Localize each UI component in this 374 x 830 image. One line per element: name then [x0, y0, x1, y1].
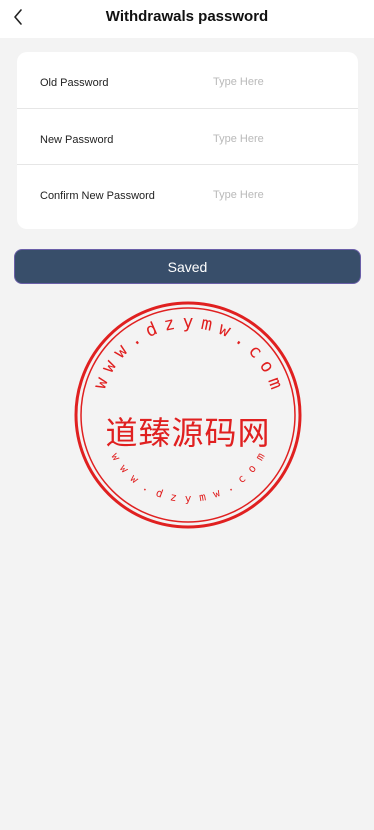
watermark-char: .: [224, 480, 236, 495]
new-password-label: New Password: [40, 134, 114, 146]
watermark-char: y: [185, 492, 192, 505]
new-password-row: New Password: [17, 108, 358, 164]
watermark-outer-text: www.d z y m w.com: [89, 312, 286, 392]
watermark-char: .: [231, 327, 252, 350]
watermark-char: w: [117, 462, 131, 476]
page-title: Withdrawals password: [105, 8, 269, 25]
watermark-char: m: [263, 375, 286, 392]
confirm-password-input[interactable]: [207, 185, 347, 205]
watermark-char: w: [215, 318, 233, 342]
watermark-char: z: [169, 490, 178, 504]
watermark-char: m: [199, 313, 214, 336]
watermark-char: d: [154, 486, 165, 500]
save-button[interactable]: Saved: [14, 249, 361, 284]
watermark-char: w: [89, 374, 112, 392]
confirm-password-row: Confirm New Password: [17, 164, 358, 220]
watermark-char: c: [235, 472, 248, 486]
watermark-char: .: [124, 327, 145, 350]
watermark-char: o: [255, 356, 279, 376]
watermark-char: .: [140, 480, 152, 495]
watermark-center-text: 道臻源码网: [105, 414, 271, 452]
top-bar: Withdrawals password: [0, 0, 374, 38]
watermark-char: z: [162, 313, 177, 336]
new-password-input[interactable]: [207, 129, 347, 149]
old-password-row: Old Password: [17, 52, 358, 108]
old-password-input[interactable]: [207, 72, 347, 92]
old-password-label: Old Password: [40, 77, 109, 89]
watermark-char: w: [211, 486, 222, 501]
watermark-char: o: [245, 462, 259, 475]
watermark-char: w: [109, 340, 132, 362]
watermark-char: w: [97, 356, 121, 376]
watermark-inner-text: www. d z y m w .com: [108, 450, 267, 505]
watermark-stamp: www.dzymw.com www.dzymw.com 道臻源码网: [73, 300, 303, 530]
watermark-char: y: [183, 312, 194, 333]
watermark-char: w: [128, 472, 142, 486]
watermark-char: d: [142, 318, 160, 342]
confirm-password-label: Confirm New Password: [40, 190, 155, 202]
watermark-char: m: [198, 490, 207, 504]
password-form-card: Old Password New Password Confirm New Pa…: [17, 52, 358, 229]
watermark-char: c: [244, 340, 267, 362]
